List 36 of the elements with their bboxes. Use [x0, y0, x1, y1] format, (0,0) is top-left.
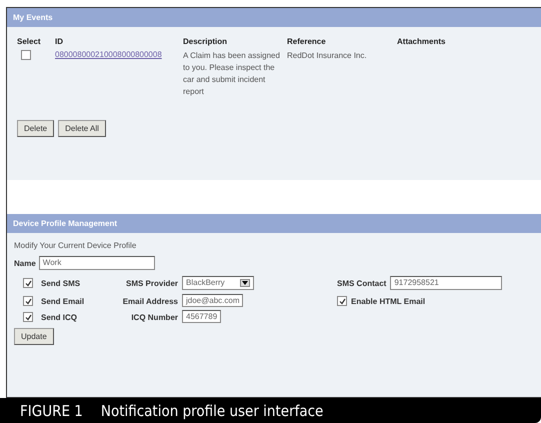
column-header: Attachments: [397, 37, 446, 46]
checkbox[interactable]: [21, 50, 31, 60]
checkbox-label: Enable HTML Email: [351, 296, 426, 306]
description-cell-text: A Claim has been assigned to you. Please inspect the car and submit incident report: [183, 50, 281, 98]
input-field[interactable]: jdoe@abc.com: [182, 294, 244, 307]
checkbox-label: Send ICQ: [41, 312, 78, 322]
caret-icon: [240, 279, 250, 287]
name-field[interactable]: Work: [38, 256, 155, 270]
delete-button[interactable]: Delete: [17, 120, 54, 137]
reference-cell: RedDot Insurance Inc.: [287, 51, 367, 60]
checkbox[interactable]: [23, 296, 33, 306]
checkbox-label: Send SMS: [41, 278, 80, 288]
column-header: ID: [55, 37, 63, 46]
figure-label: FIGURE 1: [20, 402, 83, 420]
provider-dropdown[interactable]: BlackBerry: [182, 276, 254, 290]
figure-caption: Notification profile user interface: [100, 402, 324, 420]
checkbox[interactable]: [337, 296, 347, 306]
field-label: SMS Provider: [126, 278, 178, 288]
field-label: Email Address: [122, 296, 178, 306]
column-header: Select: [17, 37, 41, 46]
checkbox[interactable]: [23, 278, 33, 288]
column-header: Description: [183, 37, 228, 46]
input-field[interactable]: 9172958521: [390, 276, 502, 290]
checkbox[interactable]: [23, 312, 33, 322]
input-field[interactable]: 4567789: [182, 310, 222, 323]
event-id-link[interactable]: 080008000210008000800008: [55, 50, 162, 59]
column-header: Reference: [287, 37, 326, 46]
delete-button[interactable]: Delete All: [58, 120, 106, 137]
panel-header: My Events: [7, 8, 541, 27]
subtitle: Modify Your Current Device Profile: [14, 241, 136, 250]
panel-header: Device Profile Management: [7, 214, 541, 233]
field-label: ICQ Number: [131, 312, 178, 322]
update-button[interactable]: Update: [14, 328, 54, 345]
checkbox-label: Send Email: [41, 296, 84, 306]
field-label: SMS Contact: [337, 278, 386, 288]
field-label: Name: [14, 258, 36, 268]
